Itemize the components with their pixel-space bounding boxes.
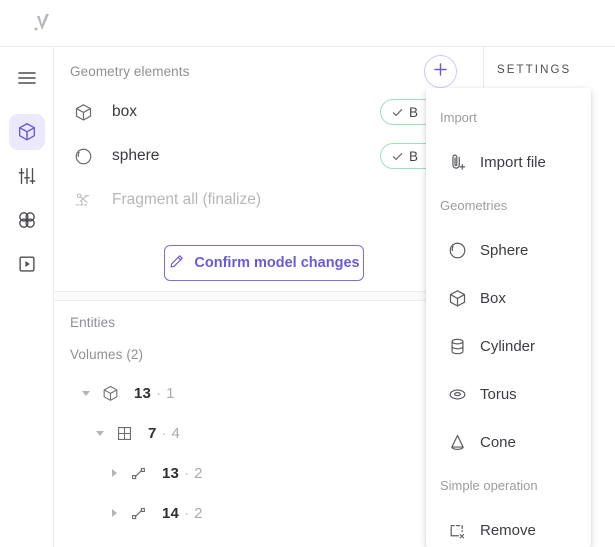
pencil-icon — [168, 253, 185, 274]
volumes-label: Volumes (2) — [70, 347, 144, 362]
geometry-row-label: box — [112, 103, 137, 120]
tree-row-id: 13 — [162, 464, 180, 482]
menu-item-label: Remove — [480, 521, 536, 539]
atom-icon — [16, 209, 38, 231]
sidebar-item-parameters[interactable] — [9, 158, 45, 194]
sidebar-item-run[interactable] — [9, 246, 45, 282]
edge-icon — [124, 462, 152, 484]
tree-row-count: 4 — [171, 424, 180, 442]
edge-icon — [124, 502, 152, 524]
menu-item-remove[interactable]: Remove — [426, 510, 591, 547]
geometry-row-label: sphere — [112, 147, 160, 164]
chevron-down-icon[interactable] — [90, 423, 110, 443]
chevron-right-icon[interactable] — [104, 503, 124, 523]
tree-row-id: 7 — [148, 424, 157, 442]
cylinder-icon — [438, 336, 476, 357]
chevron-down-icon[interactable] — [76, 383, 96, 403]
menu-item-label: Cylinder — [480, 337, 536, 355]
tree-row-id: 13 — [134, 384, 152, 402]
geometry-row-label: Fragment all (finalize) — [112, 191, 262, 208]
torus-icon — [438, 384, 476, 405]
cone-icon — [438, 432, 476, 453]
v-logo[interactable] — [27, 8, 57, 38]
remove-icon — [438, 520, 476, 541]
check-icon — [391, 106, 404, 119]
fragment-scissors-icon — [68, 188, 98, 212]
sliders-icon — [16, 165, 38, 187]
entities-section-title: Entities — [70, 315, 116, 330]
tree-row[interactable]: 7 · 4 — [90, 417, 180, 449]
menu-item-cylinder[interactable]: Cylinder — [426, 326, 591, 366]
tree-row-separator: · — [184, 464, 190, 482]
sphere-icon — [68, 144, 98, 168]
hamburger-icon — [16, 67, 38, 89]
menu-group-simple-operation: Simple operation — [440, 478, 538, 493]
tree-row[interactable]: 13 · 1 — [76, 377, 174, 409]
cube-icon — [16, 121, 38, 143]
entities-panel: Entities Volumes (2) 13 · 1 7 · 4 13 · 2… — [54, 300, 484, 547]
menu-item-sphere[interactable]: Sphere — [426, 230, 591, 270]
surface-icon — [110, 422, 138, 444]
menu-item-box[interactable]: Box — [426, 278, 591, 318]
geometry-row-fragment-all[interactable]: Fragment all (finalize) — [68, 183, 468, 217]
geometry-section-title: Geometry elements — [70, 64, 190, 79]
app-root: Geometry elements box sphere Fragment al… — [0, 0, 615, 547]
add-element-menu: Import Import file Geometries Sphere Box… — [426, 88, 591, 547]
sidebar-item-geometry[interactable] — [9, 114, 45, 150]
edge-icon — [124, 542, 152, 547]
tree-row-count: 2 — [194, 504, 203, 522]
status-badge-label: B — [409, 104, 419, 120]
menu-item-cone[interactable]: Cone — [426, 422, 591, 462]
left-rail — [0, 47, 54, 547]
tree-row-separator: · — [184, 504, 190, 522]
tree-row-count: 2 — [194, 464, 203, 482]
top-bar — [0, 0, 615, 47]
menu-item-import-file[interactable]: Import file — [426, 142, 591, 182]
tree-row-separator: · — [161, 424, 167, 442]
tree-row[interactable]: 13 · 2 — [104, 457, 202, 489]
menu-item-label: Import file — [480, 153, 546, 171]
menu-item-label: Torus — [480, 385, 517, 403]
confirm-model-changes-label: Confirm model changes — [194, 255, 360, 271]
tree-row[interactable]: 15 · 2 — [104, 537, 202, 547]
menu-icon-button[interactable] — [9, 60, 45, 96]
confirm-model-changes-button[interactable]: Confirm model changes — [164, 245, 364, 281]
menu-group-import: Import — [440, 110, 477, 125]
paperclip-plus-icon — [438, 152, 476, 173]
sidebar-item-physics[interactable] — [9, 202, 45, 238]
status-badge-label: B — [409, 148, 419, 164]
tree-row-count: 1 — [166, 384, 175, 402]
settings-title: SETTINGS — [497, 64, 572, 76]
sphere-icon — [438, 240, 476, 261]
menu-group-geometries: Geometries — [440, 198, 508, 213]
chevron-right-icon[interactable] — [104, 543, 124, 547]
cube-icon — [68, 100, 98, 124]
tree-row-id: 14 — [162, 504, 180, 522]
tree-row-separator: · — [156, 384, 162, 402]
check-icon — [391, 150, 404, 163]
cube-icon — [96, 382, 124, 404]
chevron-right-icon[interactable] — [104, 463, 124, 483]
menu-item-label: Sphere — [480, 241, 529, 259]
cube-icon — [438, 288, 476, 309]
add-element-button[interactable] — [424, 55, 457, 88]
menu-item-label: Cone — [480, 433, 516, 451]
menu-item-label: Box — [480, 289, 506, 307]
tree-row[interactable]: 14 · 2 — [104, 497, 202, 529]
plus-icon — [431, 60, 450, 84]
play-box-icon — [16, 253, 38, 275]
menu-item-torus[interactable]: Torus — [426, 374, 591, 414]
